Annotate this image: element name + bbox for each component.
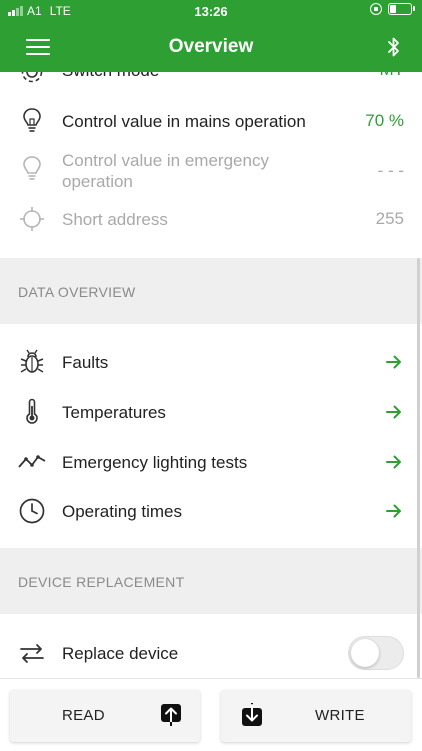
section-title: DATA OVERVIEW — [18, 284, 136, 300]
section-header-data-overview: DATA OVERVIEW — [0, 258, 422, 324]
short-address-label: Short address — [62, 210, 168, 229]
write-button[interactable]: WRITE — [221, 690, 411, 742]
emergency-control-row: Control value in emergency operation - -… — [0, 148, 422, 196]
download-icon — [242, 703, 262, 726]
write-button-label: WRITE — [315, 707, 365, 724]
orientation-lock-icon — [370, 3, 382, 15]
section-header-device-replacement: DEVICE REPLACEMENT — [0, 548, 422, 614]
bottom-action-bar: READ WRITE — [0, 678, 422, 751]
operating-times-label: Operating times — [62, 502, 182, 521]
short-address-value: 255 — [375, 209, 404, 228]
arrow-right-icon[interactable] — [386, 354, 402, 370]
section-title: DEVICE REPLACEMENT — [18, 574, 185, 590]
arrow-right-icon[interactable] — [386, 454, 402, 470]
swap-arrows-icon — [20, 644, 44, 663]
replace-device-row: Replace device — [0, 634, 422, 674]
thermometer-icon — [26, 398, 38, 424]
scrollbar[interactable] — [417, 258, 420, 678]
switch-mode-label: Switch mode — [62, 72, 159, 81]
emergency-control-value: - - - — [377, 161, 404, 180]
gear-icon — [21, 72, 43, 83]
read-button[interactable]: READ — [10, 690, 200, 742]
switch-mode-value: MT — [379, 72, 404, 80]
emergency-control-label: Control value in emergency operation — [62, 151, 269, 191]
status-time: 13:26 — [194, 4, 228, 19]
arrow-right-icon[interactable] — [386, 404, 402, 420]
replace-device-label: Replace device — [62, 644, 179, 663]
overview-content[interactable]: Switch mode MT Control value in mains op… — [0, 72, 422, 678]
bluetooth-icon[interactable] — [386, 35, 402, 59]
temperatures-row[interactable]: Temperatures — [0, 394, 422, 430]
faults-row[interactable]: Faults — [0, 344, 422, 380]
page-title: Overview — [168, 36, 254, 57]
clock-icon — [19, 498, 45, 524]
temperatures-label: Temperatures — [62, 403, 166, 422]
mains-control-row[interactable]: Control value in mains operation 70 % — [0, 102, 422, 142]
mains-control-label: Control value in mains operation — [62, 112, 306, 131]
crosshair-icon — [20, 207, 44, 231]
read-button-label: READ — [62, 707, 105, 724]
bug-icon — [20, 349, 44, 373]
emergency-tests-label: Emergency lighting tests — [62, 453, 248, 472]
operating-times-row[interactable]: Operating times — [0, 493, 422, 529]
toggle-knob — [351, 639, 379, 667]
switch-mode-row: Switch mode MT — [0, 72, 422, 86]
emergency-tests-row[interactable]: Emergency lighting tests — [0, 444, 422, 480]
nav-bar: Overview — [0, 22, 422, 72]
status-bar: A1 LTE 13:26 — [0, 0, 422, 22]
light-bulb-icon — [23, 156, 41, 180]
trend-line-icon — [18, 455, 46, 468]
upload-icon — [161, 704, 181, 726]
replace-device-toggle[interactable] — [348, 636, 404, 670]
battery-icon — [388, 3, 415, 15]
mains-control-value: 70 % — [365, 111, 404, 130]
arrow-right-icon[interactable] — [386, 503, 402, 519]
faults-label: Faults — [62, 353, 109, 372]
short-address-row: Short address 255 — [0, 204, 422, 234]
light-bulb-icon — [23, 108, 41, 132]
